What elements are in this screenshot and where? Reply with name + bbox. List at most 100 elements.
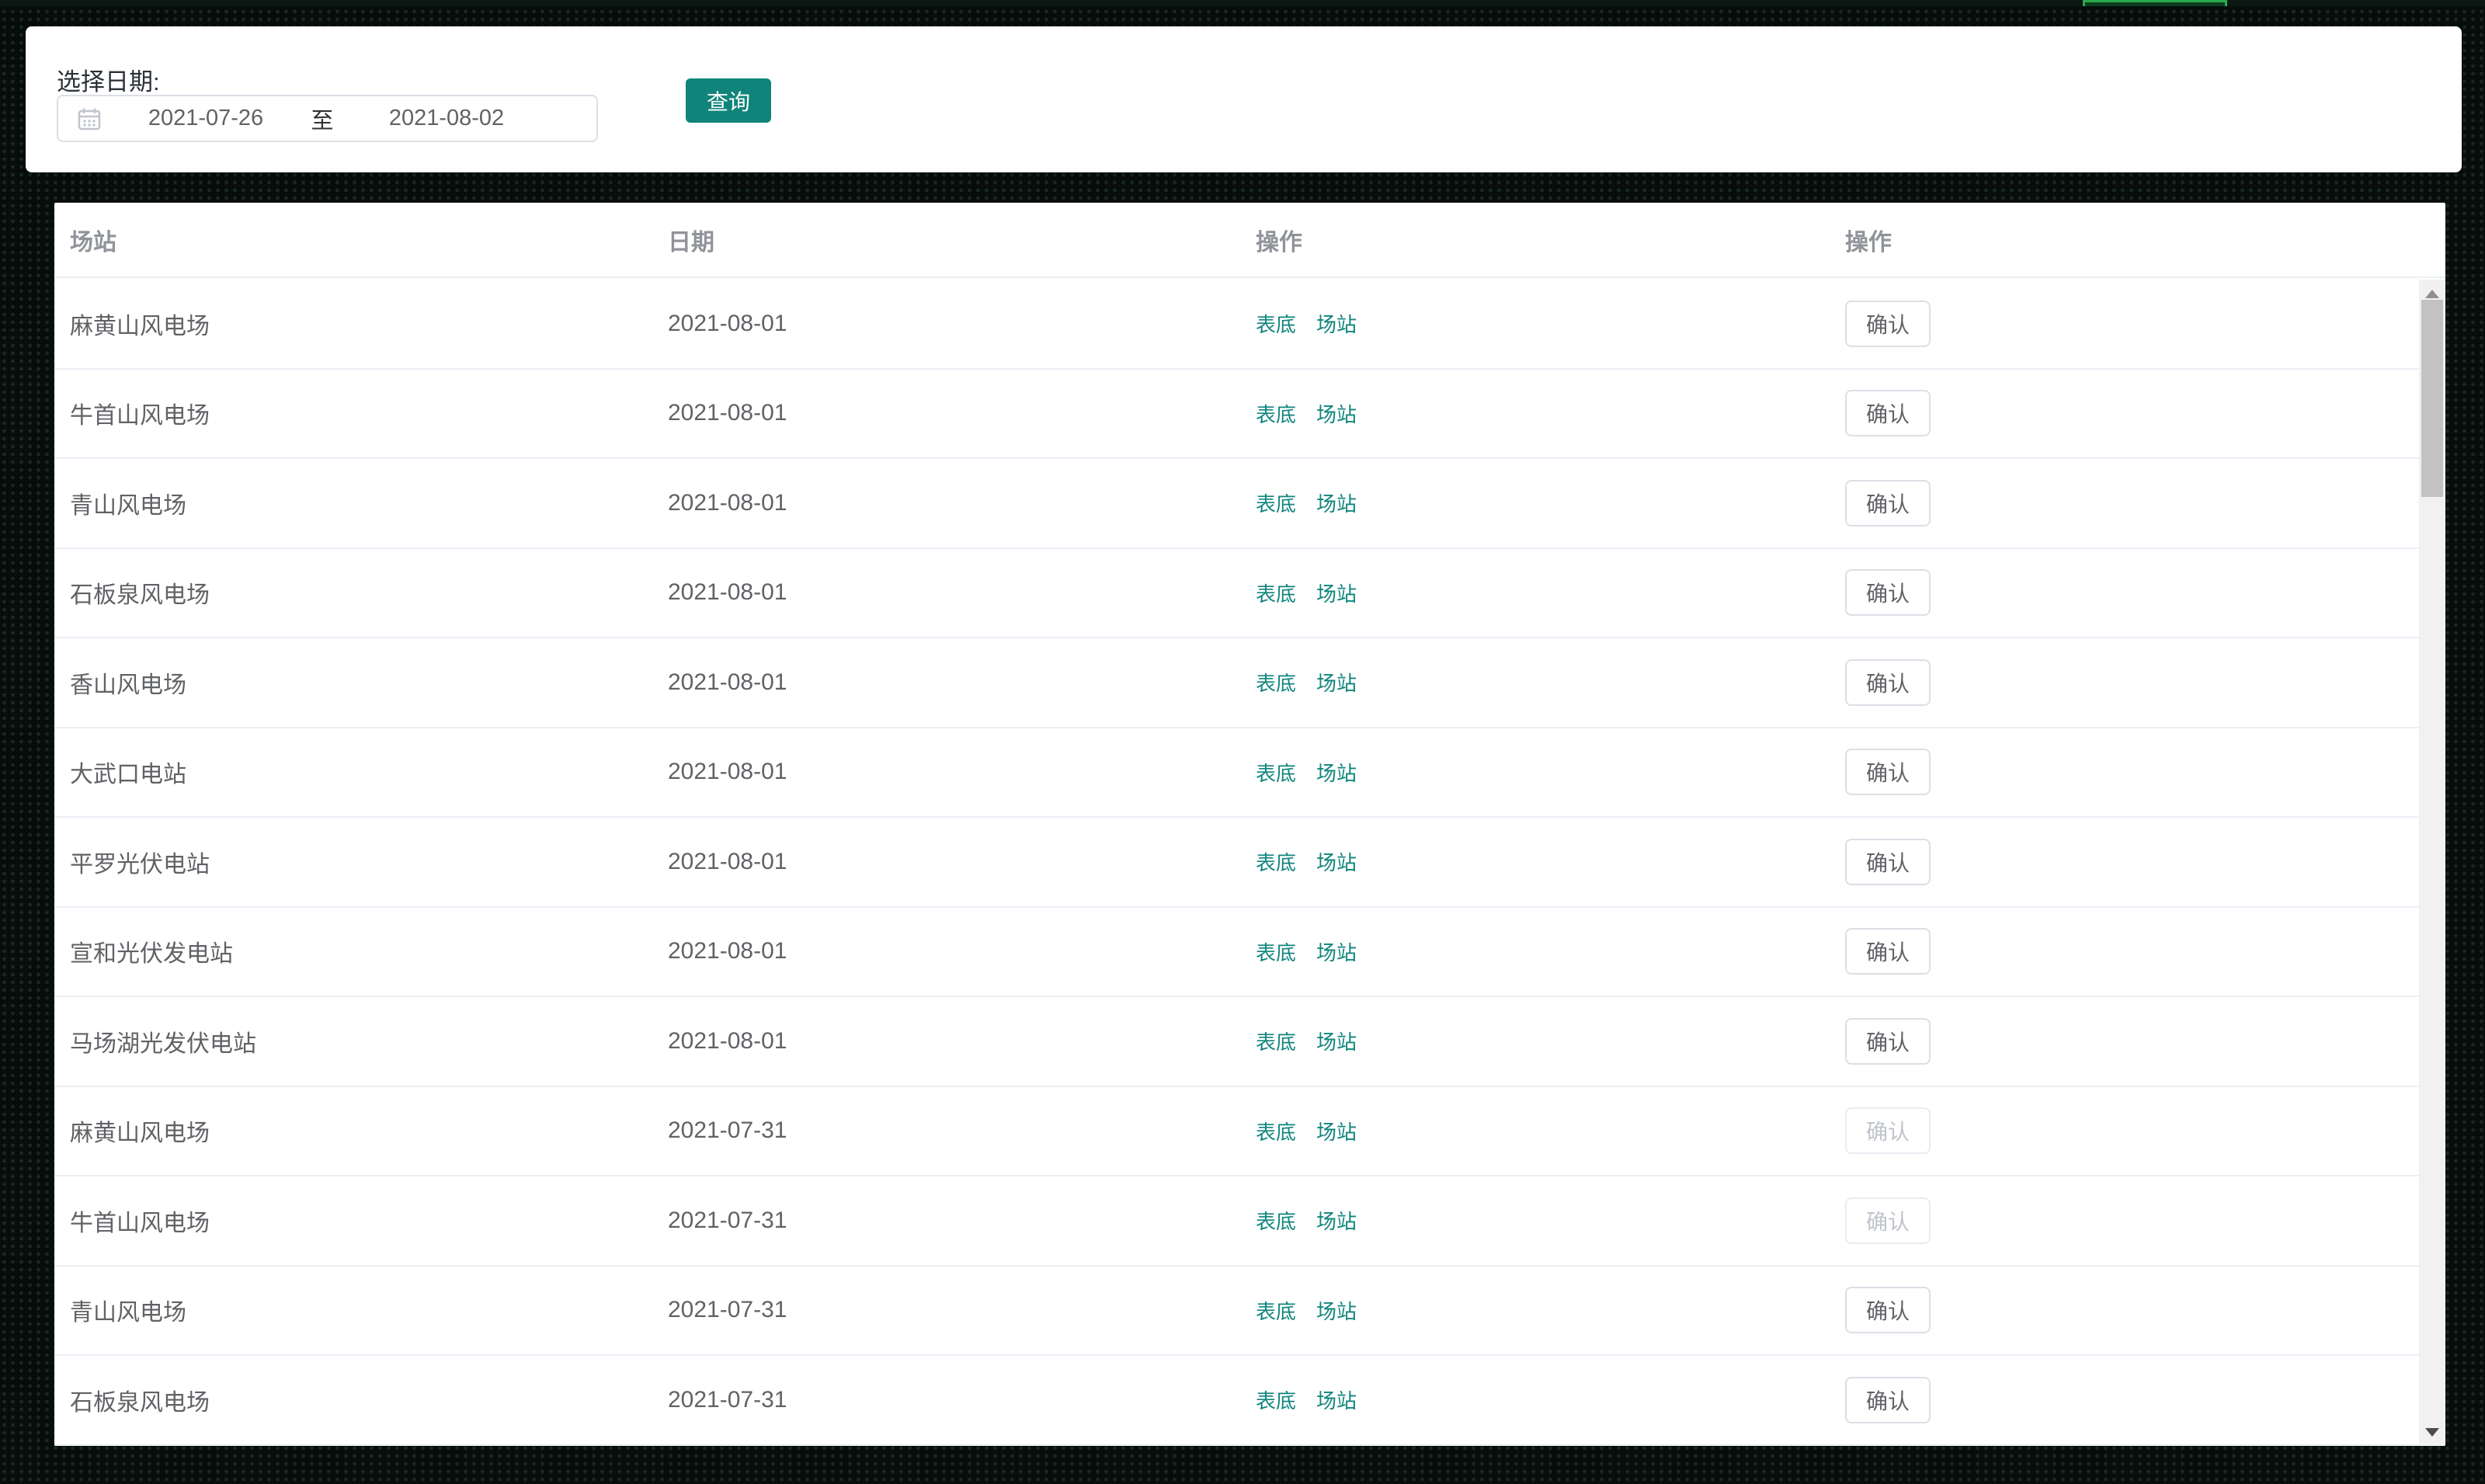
date-cell: 2021-07-31	[668, 1386, 787, 1413]
station-link[interactable]: 场站	[1316, 309, 1357, 338]
table-bottom-link[interactable]: 表底	[1256, 1206, 1296, 1235]
station-link[interactable]: 场站	[1316, 1385, 1357, 1414]
confirm-cell: 确认	[1845, 749, 2419, 796]
loading-progress-bar	[2083, 0, 2227, 6]
table-bottom-link[interactable]: 表底	[1256, 937, 1296, 966]
table-row: 牛首山风电场 2021-07-31 表底 场站 确认	[54, 1176, 2419, 1267]
table-row: 香山风电场 2021-08-01 表底 场站 确认	[54, 638, 2419, 728]
ops-cell: 表底 场站	[1256, 937, 1845, 966]
station-cell: 麻黄山风电场	[70, 313, 210, 339]
table-bottom-link[interactable]: 表底	[1256, 847, 1296, 876]
date-range-picker[interactable]: 2021-07-26 至 2021-08-02	[57, 95, 598, 142]
ops-cell: 表底 场站	[1256, 668, 1845, 697]
table-row: 青山风电场 2021-08-01 表底 场站 确认	[54, 459, 2419, 549]
end-date-value[interactable]: 2021-08-02	[353, 106, 540, 131]
confirm-button[interactable]: 确认	[1845, 300, 1931, 347]
confirm-cell: 确认	[1845, 1107, 2419, 1155]
station-link[interactable]: 场站	[1316, 937, 1357, 966]
confirm-button[interactable]: 确认	[1845, 838, 1931, 885]
station-cell: 宣和光伏发电站	[70, 941, 233, 968]
station-cell: 牛首山风电场	[70, 403, 210, 429]
confirm-cell: 确认	[1845, 1017, 2419, 1065]
confirm-cell: 确认	[1845, 1287, 2419, 1334]
station-cell: 青山风电场	[70, 1300, 186, 1326]
table-bottom-link[interactable]: 表底	[1256, 668, 1296, 697]
ops-cell: 表底 场站	[1256, 1117, 1845, 1145]
station-link[interactable]: 场站	[1316, 1117, 1357, 1145]
ops-cell: 表底 场站	[1256, 847, 1845, 876]
date-filter-label: 选择日期:	[57, 68, 160, 96]
table-bottom-link[interactable]: 表底	[1256, 758, 1296, 787]
station-cell: 石板泉风电场	[70, 582, 210, 609]
station-cell: 平罗光伏电站	[70, 851, 210, 878]
range-separator: 至	[311, 108, 334, 134]
query-button[interactable]: 查询	[686, 78, 771, 123]
confirm-button[interactable]: 确认	[1845, 479, 1931, 527]
station-link[interactable]: 场站	[1316, 847, 1357, 876]
confirm-button[interactable]: 确认	[1845, 749, 1931, 796]
confirm-button[interactable]: 确认	[1845, 928, 1931, 975]
header-date: 日期	[668, 229, 714, 255]
table-bottom-link[interactable]: 表底	[1256, 1385, 1296, 1414]
arrow-down-icon	[2425, 1427, 2439, 1437]
scroll-down-button[interactable]	[2419, 1418, 2445, 1446]
confirm-cell: 确认	[1845, 1197, 2419, 1244]
station-link[interactable]: 场站	[1316, 579, 1357, 607]
confirm-button[interactable]: 确认	[1845, 1197, 1931, 1244]
confirm-button[interactable]: 确认	[1845, 1287, 1931, 1334]
station-link[interactable]: 场站	[1316, 1027, 1357, 1055]
station-cell: 马场湖光发伏电站	[70, 1030, 256, 1057]
table-bottom-link[interactable]: 表底	[1256, 488, 1296, 517]
scrollbar-track[interactable]	[2419, 280, 2445, 1446]
station-link[interactable]: 场站	[1316, 1206, 1357, 1235]
table-row: 石板泉风电场 2021-08-01 表底 场站 确认	[54, 548, 2419, 638]
table-row: 马场湖光发伏电站 2021-08-01 表底 场站 确认	[54, 997, 2419, 1087]
ops-cell: 表底 场站	[1256, 399, 1845, 428]
filter-panel: 选择日期: 2021-07-26 至 2021-08-02 查询	[26, 26, 2462, 172]
confirm-cell: 确认	[1845, 390, 2419, 437]
date-cell: 2021-08-01	[668, 400, 787, 426]
confirm-button[interactable]: 确认	[1845, 1107, 1931, 1155]
date-cell: 2021-08-01	[668, 938, 787, 964]
date-cell: 2021-08-01	[668, 1027, 787, 1054]
confirm-button[interactable]: 确认	[1845, 390, 1931, 437]
confirm-button[interactable]: 确认	[1845, 1017, 1931, 1065]
confirm-cell: 确认	[1845, 1376, 2419, 1423]
confirm-button[interactable]: 确认	[1845, 659, 1931, 706]
station-cell: 大武口电站	[70, 762, 186, 788]
header-confirm: 操作	[1845, 229, 1892, 255]
table-row: 大武口电站 2021-08-01 表底 场站 确认	[54, 728, 2419, 818]
table-row: 麻黄山风电场 2021-08-01 表底 场站 确认	[54, 280, 2419, 370]
ops-cell: 表底 场站	[1256, 758, 1845, 787]
table-row: 麻黄山风电场 2021-07-31 表底 场站 确认	[54, 1086, 2419, 1176]
scrollbar-thumb[interactable]	[2421, 300, 2443, 497]
stations-table: 场站 日期 操作 操作 麻黄山风电场 2021-08-01 表底 场站 确认 牛首山风电场…	[54, 203, 2445, 1446]
table-row: 宣和光伏发电站 2021-08-01 表底 场站 确认	[54, 907, 2419, 997]
station-link[interactable]: 场站	[1316, 668, 1357, 697]
station-link[interactable]: 场站	[1316, 399, 1357, 428]
arrow-up-icon	[2425, 289, 2439, 298]
start-date-value[interactable]: 2021-07-26	[120, 106, 291, 131]
station-link[interactable]: 场站	[1316, 1296, 1357, 1325]
station-link[interactable]: 场站	[1316, 488, 1357, 517]
table-body: 麻黄山风电场 2021-08-01 表底 场站 确认 牛首山风电场 2021-08-01 表底…	[54, 280, 2419, 1446]
ops-cell: 表底 场站	[1256, 1296, 1845, 1325]
table-bottom-link[interactable]: 表底	[1256, 1117, 1296, 1145]
ops-cell: 表底 场站	[1256, 309, 1845, 338]
station-cell: 石板泉风电场	[70, 1389, 210, 1416]
date-cell: 2021-08-01	[668, 489, 787, 516]
table-bottom-link[interactable]: 表底	[1256, 399, 1296, 428]
table-bottom-link[interactable]: 表底	[1256, 579, 1296, 607]
table-row: 青山风电场 2021-07-31 表底 场站 确认	[54, 1266, 2419, 1356]
confirm-cell: 确认	[1845, 479, 2419, 527]
table-header: 场站 日期 操作 操作	[54, 203, 2445, 278]
table-bottom-link[interactable]: 表底	[1256, 1296, 1296, 1325]
page: { "window": { "green_bar_color": "#2aaa4…	[0, 0, 2485, 1484]
date-cell: 2021-08-01	[668, 848, 787, 874]
table-bottom-link[interactable]: 表底	[1256, 309, 1296, 338]
confirm-button[interactable]: 确认	[1845, 1376, 1931, 1423]
confirm-button[interactable]: 确认	[1845, 569, 1931, 617]
table-row: 牛首山风电场 2021-08-01 表底 场站 确认	[54, 369, 2419, 459]
table-bottom-link[interactable]: 表底	[1256, 1027, 1296, 1055]
station-link[interactable]: 场站	[1316, 758, 1357, 787]
